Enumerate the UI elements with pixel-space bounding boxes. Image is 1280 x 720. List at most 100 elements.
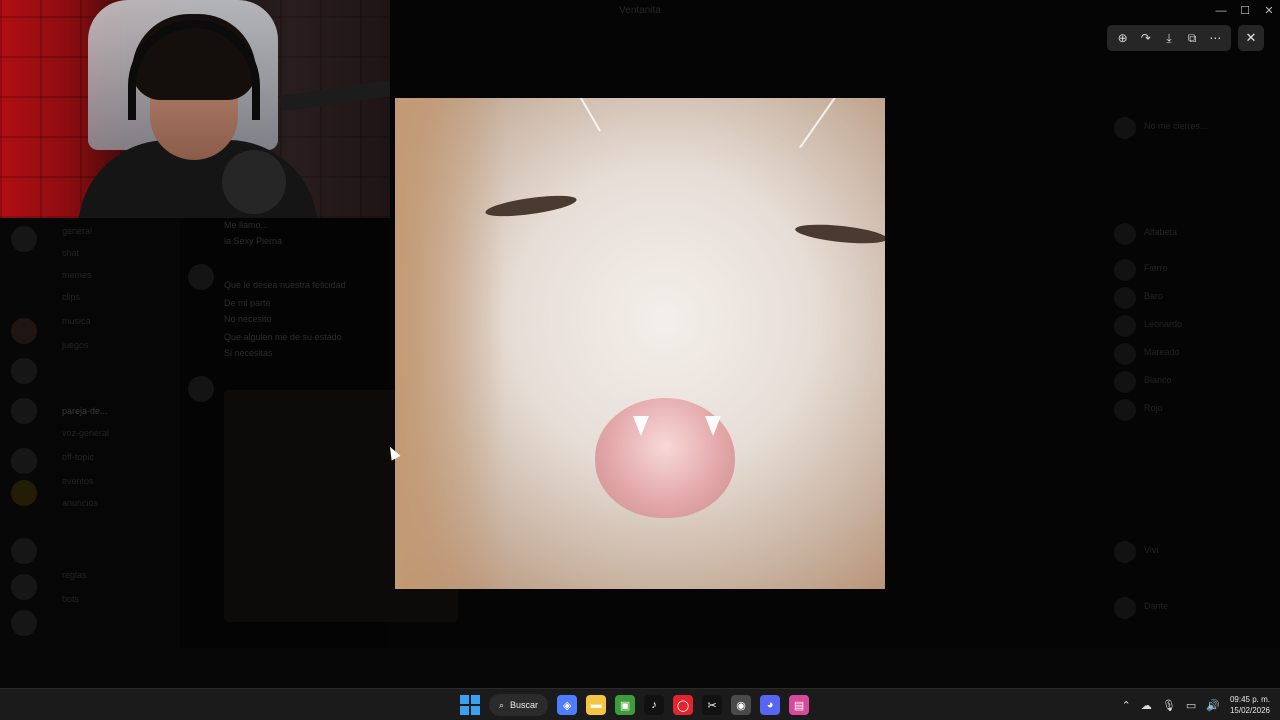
member-item[interactable]: Leonardo (1144, 319, 1182, 329)
taskbar-search[interactable]: ⌕ Buscar (489, 694, 549, 716)
more-options-icon[interactable]: ⋯ (1205, 28, 1225, 48)
server-icon[interactable] (11, 448, 37, 474)
chat-message: la Sexy Pierna (224, 236, 283, 246)
channel-item[interactable]: chat (62, 248, 79, 258)
member-item[interactable]: Alfabeta (1144, 227, 1177, 237)
member-item[interactable]: Dante (1144, 601, 1168, 611)
avatar[interactable] (1114, 343, 1136, 365)
avatar[interactable] (188, 376, 214, 402)
discord-icon[interactable]: ◕ (760, 695, 781, 715)
avatar[interactable] (188, 264, 214, 290)
capcut-icon[interactable]: ✂ (702, 695, 723, 715)
maximize-button[interactable]: ☐ (1232, 0, 1258, 22)
system-tray: ⌃ ☁ 🎙 ▭ 🔊 09:45 p. m. 15/02/2026 (1122, 692, 1270, 718)
viewer-toolbar: ⊕ ↷ ⤓ ⧉ ⋯ (1107, 25, 1231, 51)
clock[interactable]: 09:45 p. m. 15/02/2026 (1230, 694, 1270, 716)
chrome-icon[interactable]: ◉ (731, 695, 752, 715)
chat-message: Que le desea nuestra felicidad (224, 280, 346, 290)
member-list: No me cierres... Alfabeta Fierro Baro Le… (1100, 55, 1280, 648)
window-close-button[interactable]: ✕ (1256, 0, 1280, 22)
server-icon[interactable] (11, 398, 37, 424)
channel-item[interactable]: pareja-de... (62, 406, 108, 416)
server-icon[interactable] (11, 538, 37, 564)
avatar[interactable] (1114, 597, 1136, 619)
minecraft-icon[interactable]: ▣ (615, 695, 636, 715)
copilot-icon[interactable]: ◈ (557, 695, 578, 715)
server-icon[interactable] (11, 480, 37, 506)
avatar[interactable] (1114, 287, 1136, 309)
chat-message: No necesito (224, 314, 272, 324)
chevron-up-icon[interactable]: ⌃ (1122, 699, 1131, 712)
server-icon[interactable] (11, 574, 37, 600)
viewer-image[interactable] (395, 98, 885, 589)
search-icon: ⌕ (499, 699, 505, 710)
channel-item[interactable]: off-topic (62, 452, 94, 462)
cat-tooth (633, 416, 649, 436)
channel-item[interactable]: reglas (62, 570, 87, 580)
server-icon[interactable] (11, 610, 37, 636)
channel-list: general chat memes clips musica juegos p… (48, 218, 180, 648)
opera-icon[interactable]: ◯ (673, 695, 694, 715)
channel-item[interactable]: clips (62, 292, 80, 302)
member-item[interactable]: Baro (1144, 291, 1163, 301)
microphone (222, 150, 286, 214)
member-item[interactable]: No me cierres... (1144, 121, 1208, 131)
server-icon[interactable] (11, 358, 37, 384)
cat-whisker (569, 98, 601, 132)
clock-date: 15/02/2026 (1229, 706, 1270, 715)
tiktok-icon[interactable]: ♪ (644, 695, 665, 715)
member-item[interactable]: Mareado (1144, 347, 1180, 357)
webcam-overlay (0, 0, 390, 218)
member-item[interactable]: Vivi (1144, 545, 1158, 555)
start-button[interactable] (460, 695, 480, 715)
open-external-icon[interactable]: ⧉ (1182, 28, 1202, 48)
zoom-icon[interactable]: ⊕ (1113, 28, 1133, 48)
microphone-icon[interactable]: 🎙 (1162, 699, 1176, 712)
network-icon[interactable]: ▭ (1186, 699, 1196, 712)
cat-tooth (705, 416, 721, 436)
avatar[interactable] (1114, 223, 1136, 245)
clock-time: 09:45 p. m. (1229, 695, 1270, 704)
chat-message: Me llamo... (224, 220, 269, 230)
chat-area: Me llamo... la Sexy Pierna Que le desea … (180, 218, 458, 688)
avatar[interactable] (1114, 259, 1136, 281)
server-rail (0, 218, 48, 688)
channel-item[interactable]: voz-general (62, 428, 109, 438)
server-icon[interactable] (11, 318, 37, 344)
chat-message: De mi parte (224, 298, 271, 308)
avatar[interactable] (1114, 399, 1136, 421)
user-controls-bar (0, 648, 1280, 688)
channel-item[interactable]: musica (62, 316, 91, 326)
download-icon[interactable]: ⤓ (1159, 28, 1179, 48)
member-item[interactable]: Fierro (1144, 263, 1168, 273)
forward-icon[interactable]: ↷ (1136, 28, 1156, 48)
avatar[interactable] (1114, 315, 1136, 337)
file-explorer-icon[interactable]: ▬ (586, 695, 607, 715)
avatar[interactable] (1114, 541, 1136, 563)
channel-item[interactable]: eventos (62, 476, 94, 486)
avatar[interactable] (1114, 371, 1136, 393)
taskbar: ⌕ Buscar ◈ ▬ ▣ ♪ ◯ ✂ ◉ ◕ ▤ ⌃ ☁ 🎙 ▭ 🔊 09:… (0, 688, 1280, 720)
server-icon[interactable] (11, 226, 37, 252)
cloud-icon[interactable]: ☁ (1141, 699, 1152, 712)
viewer-close-button[interactable]: ✕ (1238, 25, 1264, 51)
channel-item[interactable]: memes (62, 270, 92, 280)
editor-app-icon[interactable]: ▤ (789, 695, 810, 715)
member-item[interactable]: Rojo (1144, 403, 1163, 413)
channel-item[interactable]: general (62, 226, 92, 236)
cat-eye (794, 221, 885, 247)
member-item[interactable]: Blanco (1144, 375, 1172, 385)
cat-fur-shading (395, 98, 505, 589)
chat-message: Si necesitas (224, 348, 273, 358)
search-label: Buscar (510, 700, 539, 710)
minimize-button[interactable]: — (1208, 0, 1234, 22)
chat-message: Que alguien me de su estado (224, 332, 342, 342)
avatar[interactable] (1114, 117, 1136, 139)
cat-whisker (799, 98, 841, 149)
channel-item[interactable]: juegos (62, 340, 89, 350)
channel-item[interactable]: bots (62, 594, 79, 604)
channel-item[interactable]: anuncios (62, 498, 98, 508)
taskbar-apps: ⌕ Buscar ◈ ▬ ▣ ♪ ◯ ✂ ◉ ◕ ▤ (460, 692, 810, 718)
volume-icon[interactable]: 🔊 (1206, 699, 1220, 712)
screen: Ventanita — ☐ ✕ general chat memes clips… (0, 0, 1280, 720)
